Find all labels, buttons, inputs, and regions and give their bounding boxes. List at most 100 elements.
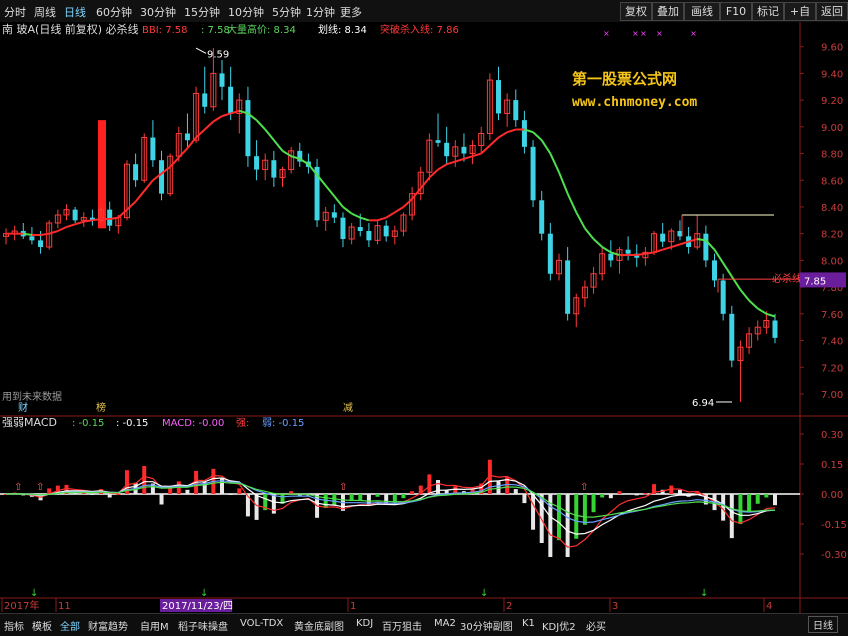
macd-bar-66	[574, 494, 579, 539]
ytick-label-7: 8.20	[821, 230, 843, 241]
main-legend-0: BBI: 7.58	[142, 25, 187, 36]
indicator-tab-12[interactable]: K1	[522, 618, 535, 629]
candle-body-44	[383, 225, 389, 237]
indicator-tab-13[interactable]: KDJ优2	[542, 618, 576, 633]
candle-body-3	[29, 236, 35, 241]
toolbar-button-1[interactable]: 叠加	[652, 2, 684, 21]
top-marker-2: ×	[640, 29, 647, 38]
period-tab-2[interactable]: 日线	[64, 4, 86, 20]
indicator-tab-8[interactable]: KDJ	[356, 618, 373, 629]
sub-ytick-label-3: -0.15	[821, 520, 847, 531]
candle-body-89	[772, 320, 778, 338]
macd-bar-89	[773, 494, 777, 506]
macd-bar-85	[738, 494, 743, 525]
indicator-tab-10[interactable]: MA2	[434, 618, 456, 629]
indicator-tab-2[interactable]: 全部	[60, 618, 80, 633]
candle-body-25	[219, 73, 225, 87]
period-tab-8[interactable]: 1分钟	[306, 4, 335, 20]
toolbar-button-6[interactable]: 返回	[816, 2, 848, 21]
indicator-tab-3[interactable]: 财富趋势	[88, 618, 128, 633]
chart-background	[0, 22, 848, 613]
period-tab-0[interactable]: 分时	[4, 4, 26, 20]
macd-bar-60	[522, 494, 527, 504]
main-title: 南 玻A(日线 前复权) 必杀线	[2, 22, 139, 36]
macd-bar-46	[401, 494, 406, 499]
candle-body-8	[72, 209, 78, 221]
low-label: 6.94	[692, 398, 714, 409]
bbi-segment-5	[40, 232, 50, 237]
macd-bar-61	[531, 494, 536, 530]
indicator-tab-0[interactable]: 指标	[4, 618, 24, 633]
toolbar-button-4[interactable]: 标记	[752, 2, 784, 21]
macd-bar-69	[600, 494, 605, 498]
candle-body-61	[530, 146, 536, 201]
big-volume-bar	[98, 120, 106, 229]
ytick-label-13: 7.00	[821, 390, 843, 401]
candle-body-57	[496, 80, 502, 114]
period-tab-6[interactable]: 10分钟	[228, 4, 264, 20]
ytick-label-10: 7.60	[821, 310, 843, 321]
indicator-tab-1[interactable]: 模板	[32, 618, 52, 633]
xaxis-label-5: 3	[612, 601, 618, 612]
indicator-tab-4[interactable]: 自用M	[140, 618, 169, 633]
up-arrow-1: ⇧	[36, 482, 44, 493]
xaxis-label-6: 4	[766, 601, 772, 612]
indicator-tab-9[interactable]: 百万狙击	[382, 618, 422, 633]
macd-bar-16	[142, 466, 147, 494]
sub-legend-0: : -0.15	[72, 418, 104, 429]
macd-bar-27	[237, 488, 242, 494]
indicator-tab-11[interactable]: 30分钟副图	[460, 618, 513, 633]
indicator-tab-14[interactable]: 必买	[586, 618, 606, 633]
period-tab-5[interactable]: 15分钟	[184, 4, 220, 20]
macd-bar-64	[556, 494, 561, 541]
period-tab-7[interactable]: 5分钟	[272, 4, 301, 20]
candle-body-23	[202, 93, 208, 107]
candle-body-65	[565, 260, 571, 314]
macd-bar-74	[643, 493, 648, 495]
period-tab-4[interactable]: 30分钟	[140, 4, 176, 20]
period-tab-9[interactable]: 更多	[340, 4, 362, 20]
macd-bar-44	[384, 494, 389, 504]
event-marker-0: 财	[18, 401, 28, 414]
indicator-tab-7[interactable]: 黄金底副图	[294, 618, 344, 633]
candle-body-81	[703, 233, 709, 261]
period-tab-3[interactable]: 60分钟	[96, 4, 132, 20]
toolbar-button-2[interactable]: 画线	[684, 2, 720, 21]
xaxis-label-2: 2017/11/23/四	[162, 601, 233, 612]
macd-bar-84	[729, 494, 734, 539]
period-selector-button[interactable]: 日线	[808, 616, 838, 633]
macd-bar-50	[436, 480, 441, 494]
candle-body-50	[435, 140, 441, 143]
toolbar-button-5[interactable]: +自选	[784, 2, 816, 35]
candle-body-26	[228, 86, 234, 114]
ytick-label-8: 8.00	[821, 256, 843, 267]
chart-canvas[interactable]: 9.609.409.209.008.808.608.408.208.007.80…	[0, 22, 848, 613]
indicator-tab-6[interactable]: VOL-TDX	[240, 618, 283, 629]
bbi-segment-13	[109, 216, 119, 220]
sub-legend-3: 强:	[236, 417, 249, 429]
toolbar-button-0[interactable]: 复权	[620, 2, 652, 21]
macd-bar-47	[410, 491, 415, 494]
indicator-tab-5[interactable]: 稻子味操盘	[178, 618, 228, 633]
top-marker-1: ×	[632, 29, 639, 38]
macd-bar-49	[427, 474, 432, 494]
period-tab-1[interactable]: 周线	[34, 4, 56, 20]
toolbar-button-3[interactable]: F10	[720, 2, 752, 21]
kill-label: 必杀线	[772, 272, 802, 285]
current-price-label: 7.85	[804, 276, 826, 287]
candle-body-76	[660, 233, 666, 242]
sub-ytick-label-2: 0.00	[821, 490, 843, 501]
candle-body-42	[366, 231, 372, 241]
macd-bar-67	[582, 494, 587, 525]
macd-bar-26	[228, 494, 233, 495]
up-arrow-2: ⇧	[339, 482, 347, 493]
ytick-label-1: 9.40	[821, 69, 843, 80]
macd-bar-88	[764, 494, 769, 498]
xaxis-label-1: 11	[58, 601, 71, 612]
macd-bar-13	[116, 494, 121, 495]
macd-bar-59	[513, 489, 518, 494]
main-legend-1: : 7.58	[201, 25, 230, 36]
sub-ytick-label-4: -0.30	[821, 550, 847, 561]
macd-bar-73	[634, 494, 639, 496]
watermark-title: 第一股票公式网	[572, 70, 677, 88]
